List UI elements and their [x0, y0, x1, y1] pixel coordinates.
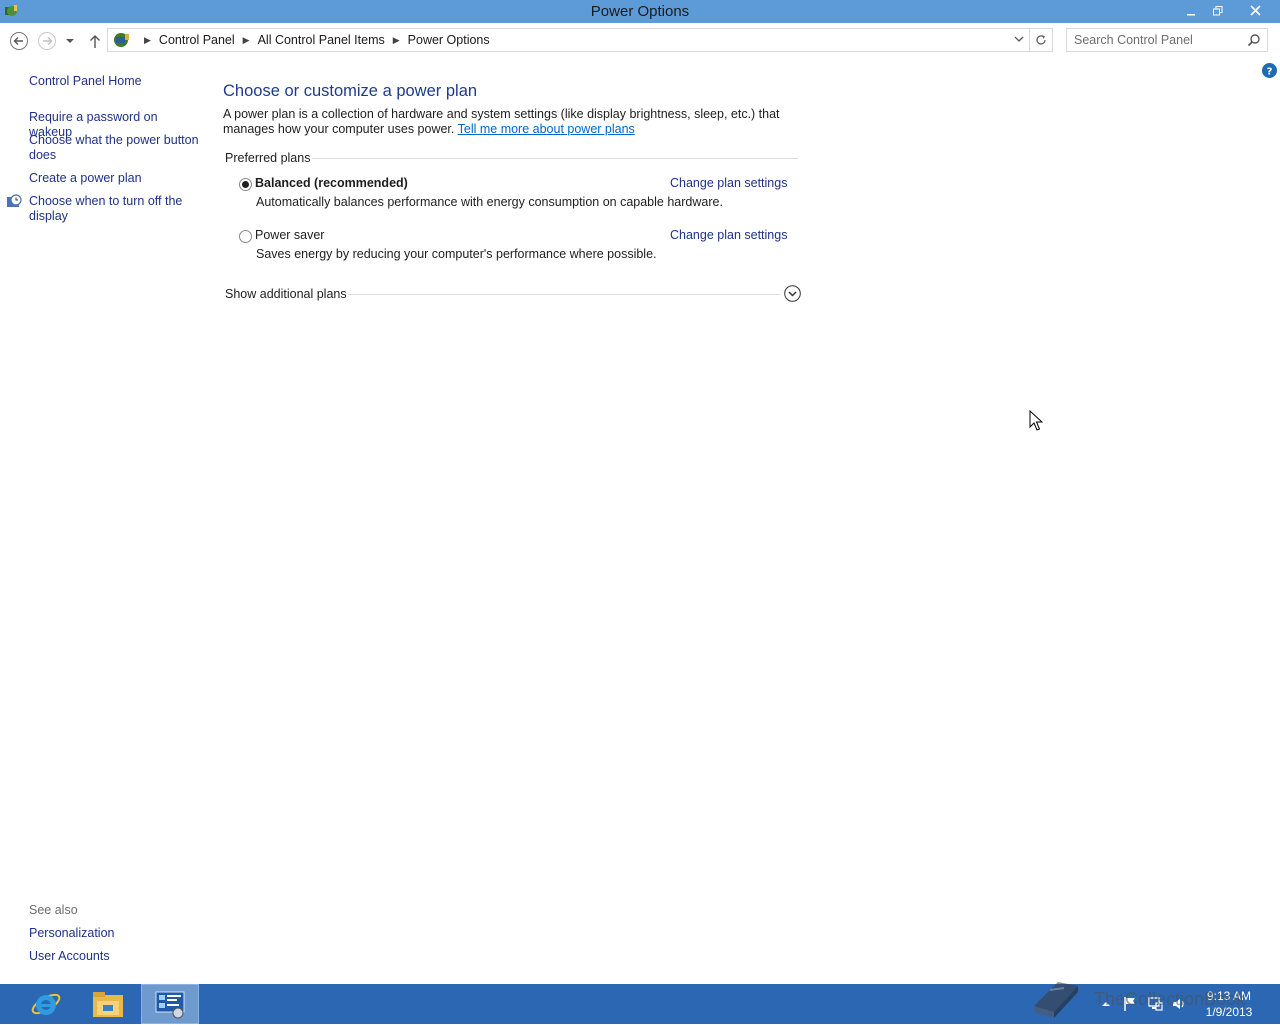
breadcrumb-all-items[interactable]: All Control Panel Items	[258, 33, 385, 47]
up-arrow-icon	[90, 35, 100, 48]
display-timer-icon	[7, 194, 22, 207]
internet-explorer-icon	[31, 993, 61, 1015]
chevron-right-icon: ▶	[144, 34, 151, 45]
breadcrumb-control-panel[interactable]: Control Panel	[159, 33, 235, 47]
taskbar-file-explorer[interactable]	[79, 984, 137, 1024]
navigation-bar: ▶ Control Panel ▶ All Control Panel Item…	[0, 23, 1280, 58]
refresh-icon	[1036, 35, 1046, 45]
control-panel-home-link[interactable]: Control Panel Home	[29, 74, 199, 89]
personalization-link[interactable]: Personalization	[29, 926, 199, 941]
chevron-down-icon	[1014, 36, 1024, 42]
restore-button[interactable]	[1205, 0, 1231, 21]
search-box[interactable]	[1066, 28, 1268, 52]
turn-off-display-link[interactable]: Choose when to turn off the display	[29, 194, 199, 224]
help-icon[interactable]: ?	[1262, 63, 1277, 78]
preferred-plans-label: Preferred plans	[225, 151, 311, 165]
forward-arrow-icon	[38, 32, 56, 50]
up-button[interactable]	[85, 31, 105, 51]
breadcrumb-power-options[interactable]: Power Options	[408, 33, 490, 47]
chevron-right-icon[interactable]: ▶	[393, 35, 400, 46]
left-task-pane: Control Panel Home Require a password on…	[0, 58, 210, 982]
balanced-plan-name[interactable]: Balanced (recommended)	[255, 176, 408, 190]
address-history-button[interactable]	[1011, 28, 1027, 50]
power-saver-change-settings-link[interactable]: Change plan settings	[670, 228, 787, 242]
search-input[interactable]	[1067, 29, 1244, 51]
close-icon	[1249, 5, 1261, 16]
balanced-plan-description: Automatically balances performance with …	[256, 195, 723, 209]
page-description: A power plan is a collection of hardware…	[223, 107, 813, 137]
chevron-right-icon[interactable]: ▶	[243, 35, 250, 46]
power-button-link[interactable]: Choose what the power button does	[29, 133, 199, 163]
minimize-button[interactable]	[1178, 0, 1204, 21]
balanced-change-settings-link[interactable]: Change plan settings	[670, 176, 787, 190]
power-saver-plan-description: Saves energy by reducing your computer's…	[256, 247, 657, 261]
control-panel-icon	[155, 991, 185, 1019]
section-divider	[312, 158, 798, 159]
window-title: Power Options	[590, 3, 690, 20]
book-icon	[1034, 982, 1078, 1018]
watermark-text: TheCollectionBook	[1094, 989, 1246, 1009]
show-additional-plans-label[interactable]: Show additional plans	[225, 287, 347, 301]
power-saver-plan-radio[interactable]	[239, 230, 252, 243]
address-bar[interactable]: ▶ Control Panel ▶ All Control Panel Item…	[107, 28, 1030, 52]
search-icon[interactable]	[1247, 33, 1261, 47]
restore-icon	[1213, 5, 1223, 15]
create-power-plan-link[interactable]: Create a power plan	[29, 171, 199, 186]
balanced-plan-radio[interactable]	[239, 178, 252, 191]
taskbar-control-panel[interactable]	[141, 984, 199, 1024]
chevron-down-icon	[66, 39, 74, 43]
page-title: Choose or customize a power plan	[223, 82, 478, 100]
forward-button[interactable]	[37, 31, 57, 51]
mouse-cursor-icon	[1029, 410, 1043, 431]
close-button[interactable]	[1232, 0, 1278, 21]
expand-chevron-icon[interactable]	[784, 285, 801, 302]
minimize-icon	[1187, 13, 1195, 15]
file-explorer-icon	[93, 992, 123, 1017]
learn-more-link[interactable]: Tell me more about power plans	[458, 122, 635, 136]
section-divider	[348, 294, 780, 295]
power-saver-plan-name[interactable]: Power saver	[255, 228, 324, 242]
refresh-button[interactable]	[1030, 28, 1053, 52]
see-also-label: See also	[29, 903, 78, 917]
back-button[interactable]	[9, 31, 29, 51]
user-accounts-link[interactable]: User Accounts	[29, 949, 199, 964]
control-panel-icon	[114, 33, 129, 47]
title-bar: Power Options	[0, 0, 1280, 23]
breadcrumb: ▶ Control Panel ▶ All Control Panel Item…	[112, 29, 490, 51]
watermark: TheCollectionBook	[1028, 976, 1278, 1022]
back-arrow-icon	[10, 32, 28, 50]
svg-text:?: ?	[1267, 67, 1273, 78]
taskbar-internet-explorer[interactable]	[17, 984, 75, 1024]
recent-locations-button[interactable]	[63, 31, 77, 51]
